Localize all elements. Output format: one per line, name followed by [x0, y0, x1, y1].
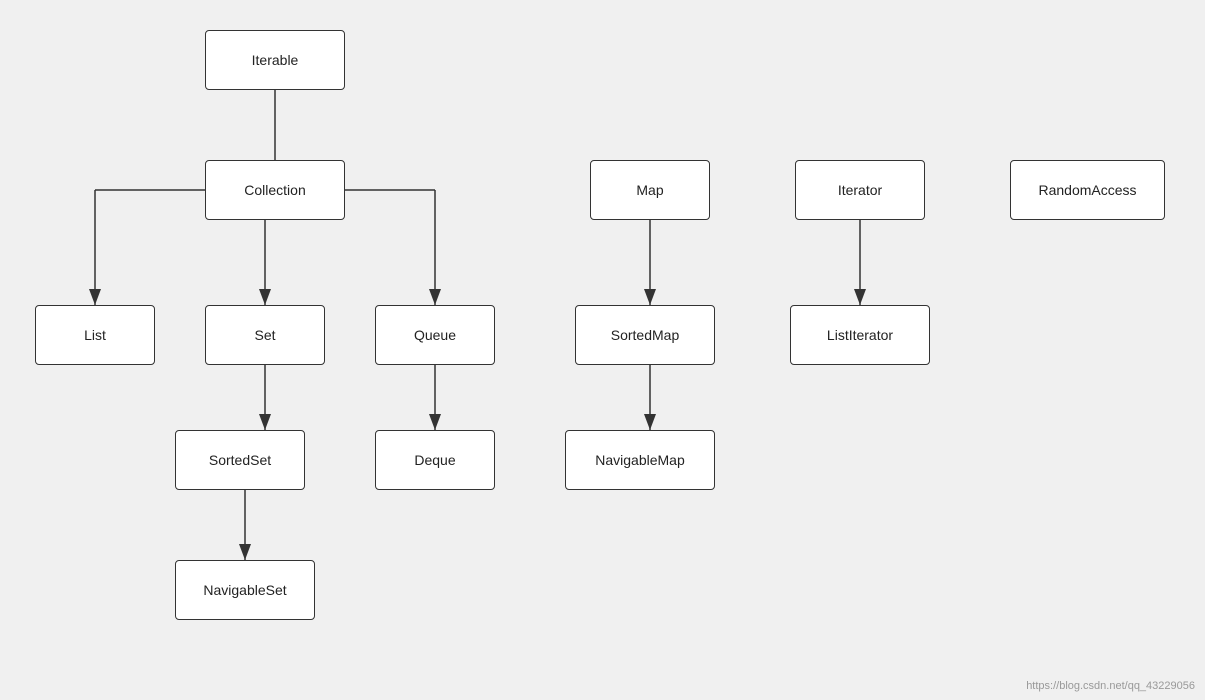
diagram-container: Iterable Collection List Set Queue Sorte… — [0, 0, 1205, 700]
label-collection: Collection — [244, 182, 305, 198]
box-sortedmap: SortedMap — [575, 305, 715, 365]
box-iterator: Iterator — [795, 160, 925, 220]
box-randomaccess: RandomAccess — [1010, 160, 1165, 220]
box-deque: Deque — [375, 430, 495, 490]
box-iterable: Iterable — [205, 30, 345, 90]
label-list: List — [84, 327, 106, 343]
box-navigablemap: NavigableMap — [565, 430, 715, 490]
box-list: List — [35, 305, 155, 365]
label-map: Map — [636, 182, 663, 198]
label-iterable: Iterable — [252, 52, 299, 68]
label-set: Set — [254, 327, 275, 343]
label-deque: Deque — [414, 452, 455, 468]
label-navigablemap: NavigableMap — [595, 452, 685, 468]
label-iterator: Iterator — [838, 182, 882, 198]
label-queue: Queue — [414, 327, 456, 343]
box-navigableset: NavigableSet — [175, 560, 315, 620]
label-randomaccess: RandomAccess — [1038, 182, 1136, 198]
box-queue: Queue — [375, 305, 495, 365]
label-listiterator: ListIterator — [827, 327, 893, 343]
label-navigableset: NavigableSet — [203, 582, 286, 598]
box-set: Set — [205, 305, 325, 365]
label-sortedmap: SortedMap — [611, 327, 679, 343]
box-sortedset: SortedSet — [175, 430, 305, 490]
box-collection: Collection — [205, 160, 345, 220]
watermark: https://blog.csdn.net/qq_43229056 — [1026, 680, 1195, 692]
box-map: Map — [590, 160, 710, 220]
box-listiterator: ListIterator — [790, 305, 930, 365]
label-sortedset: SortedSet — [209, 452, 271, 468]
